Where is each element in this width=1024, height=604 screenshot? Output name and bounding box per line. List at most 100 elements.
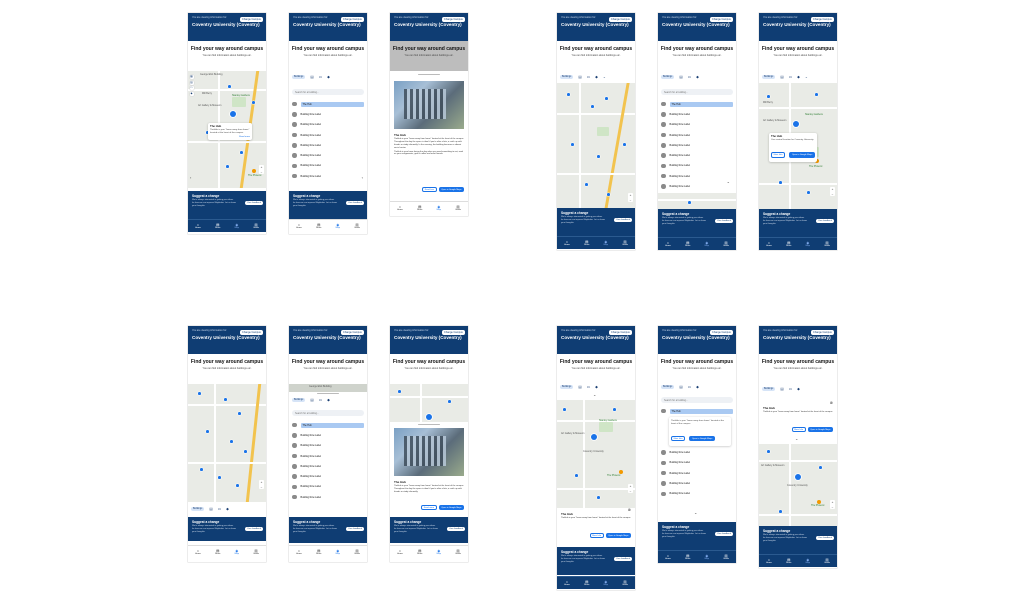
- nav-news[interactable]: ▤ News: [316, 223, 321, 230]
- zoom-control[interactable]: + −: [628, 193, 633, 202]
- book-icon[interactable]: ▤: [578, 75, 581, 79]
- selected-map-pin[interactable]: [795, 474, 801, 480]
- chevron-down-icon[interactable]: ⌄: [603, 75, 606, 79]
- nav-map[interactable]: ◉ Map: [336, 549, 340, 556]
- zoom-out-button[interactable]: −: [259, 170, 264, 175]
- nav-home[interactable]: ⌂ Home: [766, 558, 772, 565]
- filter-buildings-chip[interactable]: Buildings: [292, 75, 306, 79]
- list-item-selected[interactable]: The Hub: [661, 99, 733, 109]
- change-campus-button[interactable]: Change Campus: [340, 330, 364, 335]
- nav-guide[interactable]: ▥ Guide: [622, 580, 628, 587]
- bell-icon[interactable]: ◆: [696, 385, 699, 389]
- nav-guide[interactable]: ▥ Guide: [723, 554, 729, 561]
- nav-home[interactable]: ⌂ Home: [397, 549, 403, 556]
- list-item[interactable]: Building Row Label: [661, 109, 733, 119]
- list-item[interactable]: Building Row Label: [292, 140, 364, 150]
- chat-icon[interactable]: ▭: [218, 507, 221, 511]
- list-item[interactable]: Building Row Label: [292, 451, 364, 461]
- filter-buildings-chip[interactable]: Buildings: [661, 385, 675, 389]
- book-icon[interactable]: ▤: [679, 75, 682, 79]
- list-item[interactable]: Building Row Label: [661, 458, 733, 468]
- selected-map-pin[interactable]: [591, 434, 597, 440]
- list-item-selected[interactable]: The Hub: [292, 99, 364, 109]
- chat-icon[interactable]: ▭: [319, 398, 322, 402]
- change-campus-button[interactable]: Change Campus: [608, 17, 632, 22]
- nav-home[interactable]: ⌂ Home: [766, 241, 772, 248]
- more-info-button[interactable]: More Info: [771, 152, 785, 158]
- chat-icon[interactable]: ▭: [587, 385, 590, 389]
- list-item[interactable]: Building Row Label: [292, 150, 364, 160]
- change-campus-button[interactable]: Change Campus: [608, 330, 632, 335]
- nav-map[interactable]: ◉ Map: [235, 549, 239, 556]
- list-item[interactable]: Building Row Label: [661, 161, 733, 171]
- filter-buildings-chip[interactable]: Buildings: [292, 398, 306, 402]
- list-item[interactable]: Building Row Label: [292, 161, 364, 171]
- nav-news[interactable]: ▤ News: [685, 241, 690, 248]
- list-item[interactable]: Building Row Label: [292, 130, 364, 140]
- nav-news[interactable]: ▤ News: [786, 558, 791, 565]
- list-item[interactable]: Building Row Label: [292, 120, 364, 130]
- chat-icon[interactable]: ▭: [789, 75, 792, 79]
- change-campus-button[interactable]: Change Campus: [441, 330, 465, 335]
- chat-icon[interactable]: ▭: [688, 75, 691, 79]
- nav-guide[interactable]: ▥ Guide: [455, 205, 461, 212]
- chevron-left-icon[interactable]: ‹: [190, 175, 191, 180]
- list-item[interactable]: Building Row Label: [661, 140, 733, 150]
- book-icon[interactable]: ▤: [209, 507, 212, 511]
- bell-icon[interactable]: ◆: [797, 387, 800, 391]
- campus-map[interactable]: + −: [188, 384, 266, 502]
- open-maps-button[interactable]: Open in Google Maps: [689, 435, 715, 442]
- selected-map-pin[interactable]: [793, 121, 799, 127]
- sheet-handle[interactable]: [418, 424, 440, 425]
- list-item[interactable]: Building Row Label: [661, 468, 733, 478]
- change-campus-button[interactable]: Change Campus: [239, 17, 263, 22]
- chat-icon[interactable]: ▭: [319, 75, 322, 79]
- feedback-button[interactable]: Your feedback: [447, 527, 465, 531]
- close-icon[interactable]: ⊗: [628, 507, 631, 512]
- filter-buildings-chip[interactable]: Buildings: [762, 75, 776, 79]
- change-campus-button[interactable]: Change Campus: [810, 330, 834, 335]
- zoom-out-button[interactable]: −: [830, 192, 835, 197]
- feedback-button[interactable]: Your feedback: [715, 219, 733, 223]
- chat-icon[interactable]: ▭: [688, 385, 691, 389]
- campus-map-peek[interactable]: [658, 193, 736, 209]
- zoom-control[interactable]: + −: [628, 484, 633, 493]
- list-item[interactable]: Building Row Label: [292, 461, 364, 471]
- filter-buildings-chip[interactable]: Buildings: [191, 507, 205, 511]
- feedback-button[interactable]: Your feedback: [816, 219, 834, 223]
- list-item-selected[interactable]: The Hub: [292, 420, 364, 430]
- nav-map[interactable]: ◉ Map: [705, 241, 709, 248]
- bell-icon[interactable]: ◆: [189, 91, 194, 96]
- book-icon[interactable]: ▤: [780, 387, 783, 391]
- nav-home[interactable]: ⌂ Home: [564, 580, 570, 587]
- nav-news[interactable]: ▤ News: [584, 240, 589, 247]
- chat-icon[interactable]: ▭: [587, 75, 590, 79]
- campus-map[interactable]: + −: [557, 83, 635, 215]
- nav-home[interactable]: ⌂ Home: [195, 549, 201, 556]
- list-item[interactable]: Building Row Label: [292, 430, 364, 440]
- read-less-button[interactable]: Read less: [422, 187, 437, 193]
- search-input[interactable]: Search for a building...: [292, 410, 364, 416]
- nav-news[interactable]: ▤ News: [417, 205, 422, 212]
- nav-news[interactable]: ▤ News: [215, 223, 220, 230]
- feedback-button[interactable]: Your feedback: [245, 527, 263, 531]
- sheet-handle[interactable]: [317, 393, 339, 394]
- chat-icon[interactable]: ▭: [789, 387, 792, 391]
- campus-map[interactable]: Stanley Gardens Art Gallery & Museum Cov…: [557, 400, 635, 508]
- bell-icon[interactable]: ◆: [226, 507, 229, 511]
- list-item[interactable]: Building Row Label: [292, 492, 364, 502]
- more-info-button[interactable]: More Info: [671, 435, 685, 442]
- zoom-out-button[interactable]: −: [830, 505, 835, 510]
- nav-guide[interactable]: ▥ Guide: [354, 549, 360, 556]
- zoom-out-button[interactable]: −: [259, 485, 264, 490]
- campus-map[interactable]: Mill Berry Stanley Gardens Art Gallery &…: [759, 83, 837, 215]
- feedback-button[interactable]: Your feedback: [715, 532, 733, 536]
- filter-buildings-chip[interactable]: Buildings: [762, 387, 776, 391]
- change-campus-button[interactable]: Change Campus: [340, 17, 364, 22]
- filter-buildings-chip[interactable]: Buildings: [661, 75, 675, 79]
- nav-guide[interactable]: ▥ Guide: [824, 241, 830, 248]
- more-info-button[interactable]: More Info: [589, 533, 604, 539]
- nav-news[interactable]: ▤ News: [215, 549, 220, 556]
- zoom-control[interactable]: + −: [830, 187, 835, 196]
- nav-home[interactable]: ⌂ Home: [195, 223, 201, 230]
